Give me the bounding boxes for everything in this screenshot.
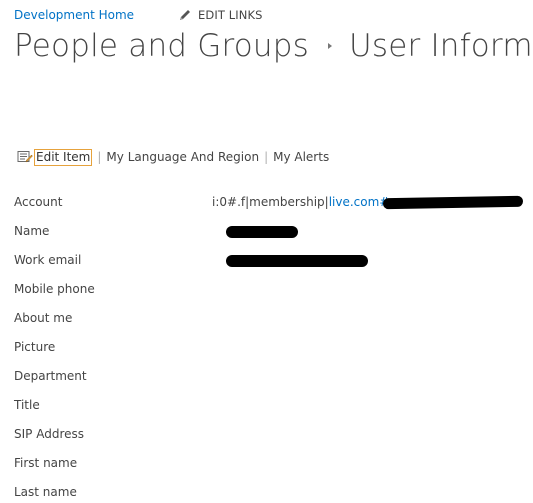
- my-language-and-region-link[interactable]: My Language And Region: [106, 150, 259, 164]
- work-email-value: [212, 253, 368, 267]
- field-label: SIP Address: [14, 427, 84, 441]
- field-label: Account: [14, 195, 63, 209]
- field-mobile-phone: Mobile phone: [14, 280, 533, 309]
- pencil-icon: [180, 10, 191, 20]
- my-alerts-link[interactable]: My Alerts: [273, 150, 329, 164]
- chevron-right-icon: [327, 43, 332, 49]
- field-label: Picture: [14, 340, 56, 354]
- field-label: Department: [14, 369, 87, 383]
- account-value: i:0#.f|membership| live.com#: [212, 195, 524, 209]
- field-label: First name: [14, 456, 78, 470]
- page-title: People and Groups User Informa: [14, 28, 533, 64]
- field-work-email: Work email: [14, 251, 533, 280]
- development-home-link[interactable]: Development Home: [14, 8, 134, 22]
- account-prefix: i:0#.f|membership|: [212, 195, 329, 209]
- field-label: Last name: [14, 485, 77, 499]
- field-department: Department: [14, 367, 533, 396]
- field-sip-address: SIP Address: [14, 425, 533, 454]
- field-label: Title: [14, 398, 40, 412]
- redacted-name: [226, 226, 298, 238]
- redacted-email: [226, 255, 368, 267]
- top-nav: Development Home EDIT LINKS: [14, 7, 262, 23]
- title-site: People and Groups: [14, 28, 309, 64]
- field-label: Mobile phone: [14, 282, 95, 296]
- account-link[interactable]: live.com#: [329, 195, 390, 209]
- user-info-fields: Account i:0#.f|membership| live.com# Nam…: [14, 193, 533, 503]
- edit-form-icon: [17, 151, 33, 163]
- title-page: User Informa: [348, 28, 533, 64]
- edit-item-label: Edit Item: [34, 148, 93, 166]
- toolbar-separator: |: [264, 150, 269, 164]
- edit-item-button[interactable]: Edit Item: [17, 148, 93, 166]
- field-account: Account i:0#.f|membership| live.com#: [14, 193, 533, 222]
- field-name: Name: [14, 222, 533, 251]
- field-about-me: About me: [14, 309, 533, 338]
- field-label: About me: [14, 311, 73, 325]
- toolbar-separator: |: [97, 150, 102, 164]
- field-first-name: First name: [14, 454, 533, 483]
- edit-links-button[interactable]: EDIT LINKS: [178, 8, 262, 22]
- user-information-page: Development Home EDIT LINKS People and G…: [0, 0, 533, 503]
- field-title: Title: [14, 396, 533, 425]
- field-last-name: Last name: [14, 483, 533, 503]
- edit-links-label: EDIT LINKS: [198, 8, 263, 22]
- item-toolbar: Edit Item | My Language And Region | My …: [17, 148, 329, 166]
- field-picture: Picture: [14, 338, 533, 367]
- name-value: [212, 224, 298, 238]
- redacted-account-id: [383, 195, 524, 209]
- field-label: Name: [14, 224, 50, 238]
- field-label: Work email: [14, 253, 82, 267]
